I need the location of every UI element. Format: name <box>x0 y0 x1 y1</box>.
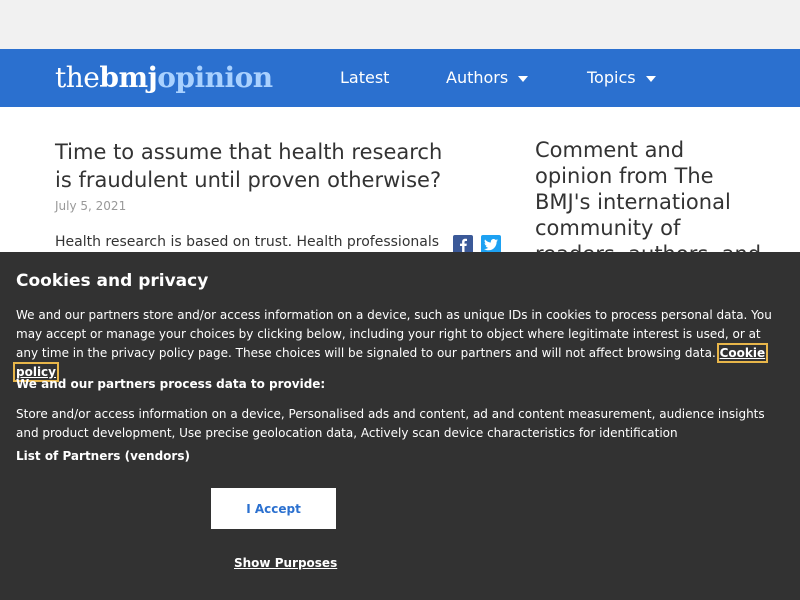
cookie-banner-text: We and our partners store and/or access … <box>12 306 784 382</box>
facebook-icon <box>460 238 467 252</box>
nav-topics[interactable]: Topics <box>587 49 656 107</box>
nav-topics-label: Topics <box>587 68 636 87</box>
nav-authors[interactable]: Authors <box>446 49 529 107</box>
chevron-down-icon <box>518 75 529 82</box>
chevron-down-icon <box>645 75 656 82</box>
cookie-banner-description: We and our partners store and/or access … <box>16 308 772 360</box>
sidebar-blurb: Comment and opinion from The BMJ's inter… <box>535 138 761 266</box>
site-header: the bmj opinion Latest Authors Topics <box>0 49 800 107</box>
logo-the: the <box>55 61 100 94</box>
site-logo[interactable]: the bmj opinion <box>55 61 273 95</box>
twitter-icon <box>484 239 498 251</box>
process-data-text: Store and/or access information on a dev… <box>16 407 765 440</box>
process-data-heading: We and our partners process data to prov… <box>16 377 326 391</box>
top-bar <box>0 0 800 49</box>
cookie-consent-banner: Cookies and privacy We and our partners … <box>0 252 800 600</box>
logo-opinion: opinion <box>157 61 273 94</box>
article-title[interactable]: Time to assume that health research is f… <box>55 138 455 194</box>
vendors-list-link[interactable]: List of Partners (vendors) <box>16 449 190 463</box>
nav-latest-label: Latest <box>340 68 390 87</box>
nav-latest[interactable]: Latest <box>340 49 389 107</box>
article-date: July 5, 2021 <box>55 199 127 213</box>
cookie-banner-heading: Cookies and privacy <box>16 271 209 291</box>
show-purposes-link[interactable]: Show Purposes <box>234 556 337 570</box>
accept-button[interactable]: I Accept <box>211 488 336 529</box>
nav-authors-label: Authors <box>446 68 509 87</box>
logo-bmj: bmj <box>99 61 158 94</box>
